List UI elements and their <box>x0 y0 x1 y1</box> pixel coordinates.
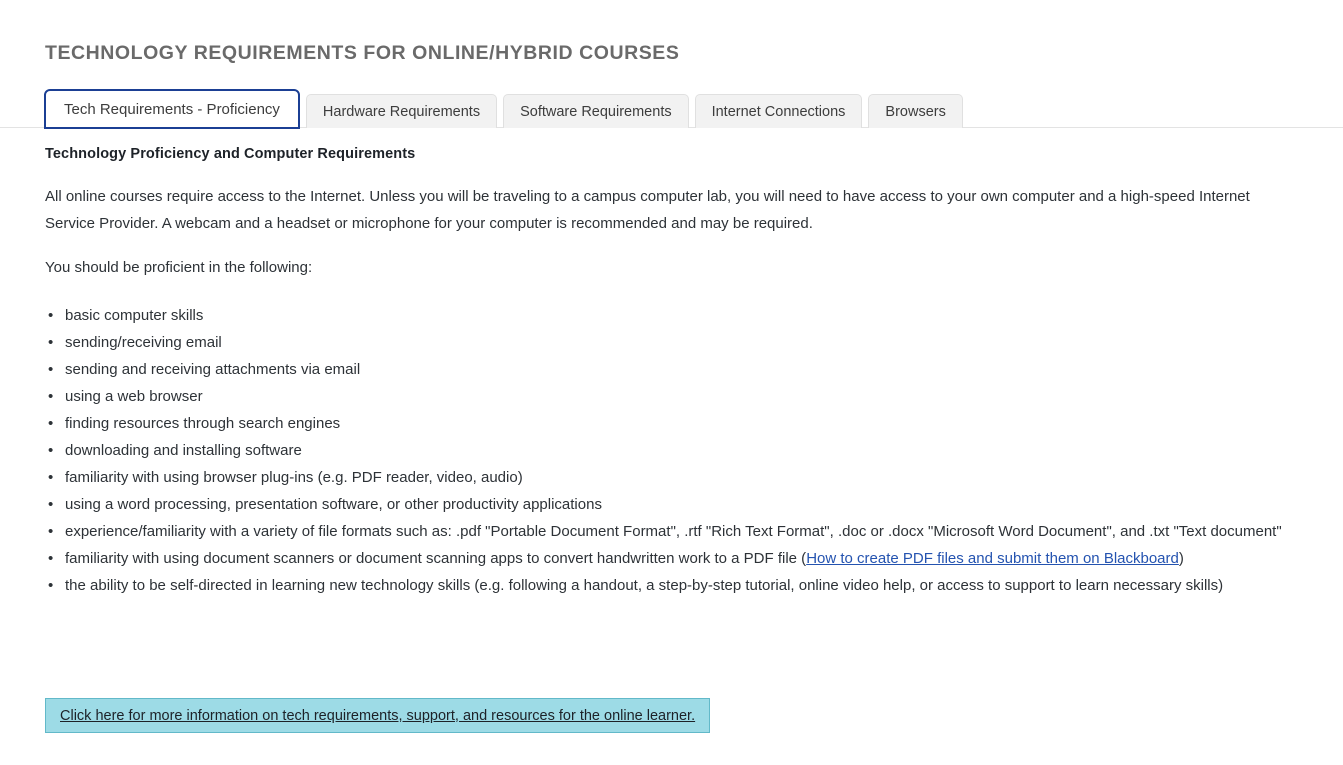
tab-label: Internet Connections <box>711 103 846 120</box>
page-title: TECHNOLOGY REQUIREMENTS FOR ONLINE/HYBRI… <box>45 42 680 65</box>
tab-internet-connections[interactable]: Internet Connections <box>694 94 863 128</box>
list-item-with-link: familiarity with using document scanners… <box>45 545 1290 572</box>
list-item: using a word processing, presentation so… <box>45 491 1290 518</box>
list-item: basic computer skills <box>45 302 1290 329</box>
tab-label: Hardware Requirements <box>322 103 481 120</box>
tab-browsers[interactable]: Browsers <box>868 94 963 128</box>
tab-software-requirements[interactable]: Software Requirements <box>503 94 689 128</box>
tab-strip: Tech Requirements - Proficiency Hardware… <box>0 88 1343 129</box>
list-item: familiarity with using browser plug-ins … <box>45 464 1290 491</box>
list-item-text-before: familiarity with using document scanners… <box>65 550 807 567</box>
page-root: TECHNOLOGY REQUIREMENTS FOR ONLINE/HYBRI… <box>0 0 1343 765</box>
list-item: finding resources through search engines <box>45 410 1290 437</box>
list-item: the ability to be self-directed in learn… <box>45 572 1290 599</box>
section-heading: Technology Proficiency and Computer Requ… <box>45 146 416 162</box>
intro-paragraph: All online courses require access to the… <box>45 188 1250 232</box>
tab-label: Tech Requirements - Proficiency <box>64 100 280 118</box>
tab-tech-requirements-proficiency[interactable]: Tech Requirements - Proficiency <box>44 89 300 129</box>
tab-panel-tech-requirements-proficiency: Technology Proficiency and Computer Requ… <box>45 146 1290 599</box>
list-item: using a web browser <box>45 383 1290 410</box>
pdf-blackboard-link[interactable]: How to create PDF files and submit them … <box>806 550 1179 567</box>
proficiency-list: basic computer skills sending/receiving … <box>45 302 1290 599</box>
tab-list: Tech Requirements - Proficiency Hardware… <box>44 89 963 129</box>
tab-label: Software Requirements <box>520 103 672 120</box>
tab-hardware-requirements[interactable]: Hardware Requirements <box>305 94 498 128</box>
list-item-text-after: ) <box>1178 550 1184 567</box>
cta-container: Click here for more information on tech … <box>45 698 711 733</box>
tab-label: Browsers <box>885 103 946 120</box>
online-learner-resources-button[interactable]: Click here for more information on tech … <box>45 698 711 733</box>
list-item: sending/receiving email <box>45 329 1290 356</box>
list-item: sending and receiving attachments via em… <box>45 356 1290 383</box>
list-lead-in-text: You should be proficient in the followin… <box>45 259 313 276</box>
list-item: experience/familiarity with a variety of… <box>45 518 1290 545</box>
list-item: downloading and installing software <box>45 437 1290 464</box>
